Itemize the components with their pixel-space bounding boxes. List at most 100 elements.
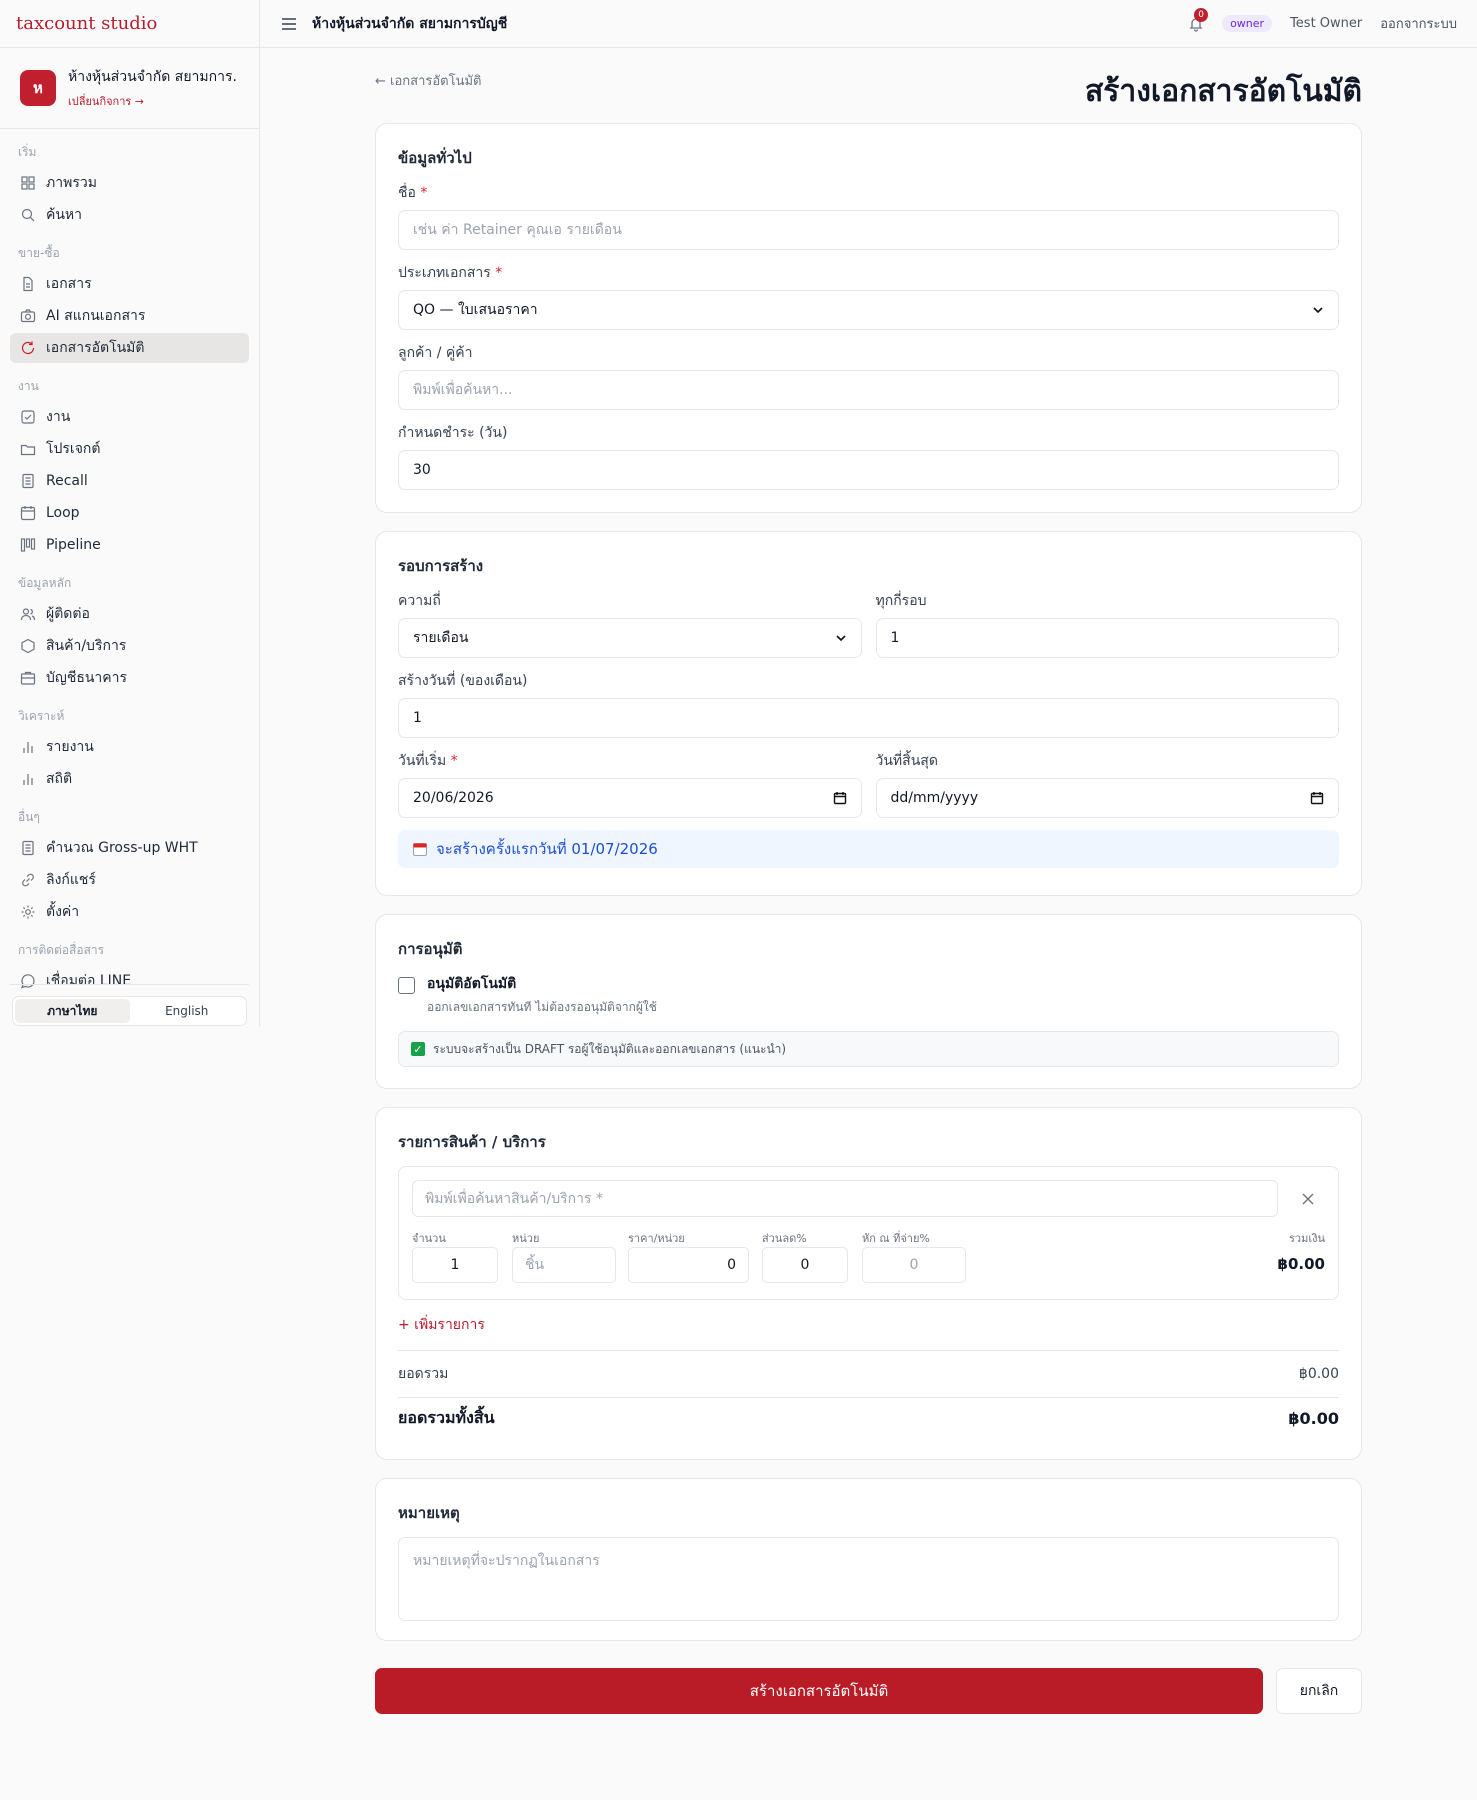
day-of-month-input[interactable]: 1	[398, 698, 1339, 738]
sidebar-item[interactable]: งาน	[10, 402, 249, 432]
grand-total-label: ยอดรวมทั้งสิ้น	[398, 1407, 495, 1427]
subtotal-value: ฿0.00	[1298, 1366, 1339, 1382]
start-date-input[interactable]: 20/06/2026	[398, 778, 862, 818]
price-input[interactable]: 0	[628, 1247, 749, 1283]
sidebar-item[interactable]: โปรเจกต์	[10, 434, 249, 464]
notes-textarea[interactable]: หมายเหตุที่จะปรากฏในเอกสาร	[398, 1537, 1339, 1621]
lang-thai-button[interactable]: ภาษาไทย	[15, 999, 130, 1023]
section-heading: รายการสินค้า / บริการ	[398, 1133, 546, 1151]
sidebar-item[interactable]: Loop	[10, 498, 249, 528]
business-switcher[interactable]: ห ห้างหุ้นส่วนจำกัด สยามการ... เปลี่ยนกิ…	[0, 48, 259, 129]
field-label: ความถี่	[398, 593, 441, 609]
calendar-icon[interactable]	[1310, 791, 1324, 805]
approval-note: ✓ ระบบจะสร้างเป็น DRAFT รอผู้ใช้อนุมัติแ…	[398, 1031, 1339, 1067]
due-days-input[interactable]: 30	[398, 450, 1339, 490]
divider	[10, 984, 249, 985]
discount-input[interactable]: 0	[762, 1247, 848, 1283]
subtotal-row: ยอดรวม ฿0.00	[398, 1351, 1339, 1397]
field-label: สร้างวันที่ (ของเดือน)	[398, 673, 528, 689]
create-button[interactable]: สร้างเอกสารอัตโนมัติ	[375, 1668, 1263, 1714]
sidebar-item-label: ภาพรวม	[46, 175, 97, 191]
close-icon[interactable]	[1300, 1191, 1316, 1207]
calendar-icon	[413, 843, 427, 856]
sidebar-item[interactable]: เอกสารอัตโนมัติ	[10, 333, 249, 363]
sidebar-item-label: เอกสารอัตโนมัติ	[46, 340, 145, 356]
section-heading: หมายเหตุ	[398, 1504, 460, 1522]
sidebar-item-label: รายงาน	[46, 739, 94, 755]
chevron-down-icon	[835, 635, 846, 642]
name-input[interactable]: เช่น ค่า Retainer คุณเอ รายเดือน	[398, 210, 1339, 250]
sidebar-item[interactable]: Recall	[10, 466, 249, 496]
schedule-card: รอบการสร้าง ความถี่ รายเดือน ทุกกี่รอบ 1…	[375, 531, 1362, 896]
box-icon	[21, 638, 35, 654]
sidebar-item-label: Recall	[46, 473, 88, 489]
sidebar-item-label: ผู้ติดต่อ	[46, 606, 90, 622]
grand-total-row: ยอดรวมทั้งสิ้น ฿0.00	[398, 1398, 1339, 1438]
interval-input[interactable]: 1	[875, 618, 1339, 658]
sidebar-item[interactable]: เอกสาร	[10, 269, 249, 299]
back-link[interactable]: ← เอกสารอัตโนมัติ	[375, 70, 482, 91]
bank-icon	[20, 671, 36, 685]
field-label: ลูกค้า / คู่ค้า	[398, 345, 473, 361]
brand-logo[interactable]: taxcount studio	[0, 0, 259, 48]
bar-chart-icon	[23, 742, 33, 753]
sidebar-item[interactable]: ลิงก์แชร์	[10, 865, 249, 895]
folder-icon	[20, 444, 36, 456]
checkbox-icon	[21, 410, 35, 424]
sidebar-item[interactable]: เชื่อมต่อ LINE	[10, 966, 249, 996]
section-heading: การอนุมัติ	[398, 940, 463, 958]
end-date-input[interactable]: dd/mm/yyyy	[875, 778, 1339, 818]
sidebar-item-label: สถิติ	[46, 771, 73, 787]
sidebar-item[interactable]: บัญชีธนาคาร	[10, 663, 249, 693]
field-label: ประเภทเอกสาร *	[398, 265, 503, 281]
logout-link[interactable]: ออกจากระบบ	[1380, 13, 1457, 34]
kanban-icon	[20, 538, 36, 552]
nav-group-label: เริ่ม	[18, 145, 37, 159]
sidebar-item[interactable]: ตั้งค่า	[10, 897, 249, 927]
sidebar: taxcount studio ห ห้างหุ้นส่วนจำกัด สยาม…	[0, 0, 260, 1027]
grand-total-value: ฿0.00	[1288, 1408, 1339, 1428]
sidebar-item[interactable]: Pipeline	[10, 530, 249, 560]
gear-icon	[21, 905, 35, 919]
sidebar-item[interactable]: สถิติ	[10, 764, 249, 794]
item-search-input[interactable]: พิมพ์เพื่อค้นหาสินค้า/บริการ *	[412, 1180, 1278, 1217]
sidebar-item-label: เชื่อมต่อ LINE	[46, 973, 132, 989]
document-type-select[interactable]: QO — ใบเสนอราคา	[398, 290, 1339, 330]
camera-icon	[20, 309, 36, 323]
select-value: QO — ใบเสนอราคา	[413, 302, 538, 318]
sidebar-item-label: เอกสาร	[46, 276, 92, 292]
notification-button[interactable]: 0	[1188, 7, 1209, 32]
cancel-button[interactable]: ยกเลิก	[1276, 1668, 1362, 1714]
wht-input[interactable]: 0	[862, 1247, 966, 1283]
quantity-input[interactable]: 1	[412, 1247, 498, 1283]
auto-approve-checkbox[interactable]	[398, 977, 415, 994]
top-bar: ห้างหุ้นส่วนจำกัด สยามการบัญชี 0 owner T…	[260, 0, 1477, 48]
customer-search-input[interactable]: พิมพ์เพื่อค้นหา...	[398, 370, 1339, 410]
add-item-button[interactable]: + เพิ่มรายการ	[398, 1314, 1339, 1336]
calculator-icon	[22, 840, 34, 856]
date-value: dd/mm/yyyy	[890, 790, 979, 806]
sidebar-item-label: โปรเจกต์	[46, 441, 101, 457]
menu-icon[interactable]	[280, 15, 298, 33]
sidebar-item-label: AI สแกนเอกสาร	[46, 308, 146, 324]
user-name[interactable]: Test Owner	[1290, 16, 1362, 31]
sidebar-item[interactable]: คำนวณ Gross-up WHT	[10, 833, 249, 863]
date-value: 20/06/2026	[413, 790, 494, 806]
sidebar-item[interactable]: ภาพรวม	[10, 168, 249, 198]
lang-english-button[interactable]: English	[130, 999, 245, 1023]
frequency-select[interactable]: รายเดือน	[398, 618, 862, 658]
sidebar-item[interactable]: ค้นหา	[10, 200, 249, 230]
sidebar-item[interactable]: สินค้า/บริการ	[10, 631, 249, 661]
checkbox-description: ออกเลขเอกสารทันที ไม่ต้องรออนุมัติจากผู้…	[427, 1000, 657, 1014]
sidebar-item[interactable]: ผู้ติดต่อ	[10, 599, 249, 629]
col-label-qty: จำนวน	[412, 1232, 446, 1245]
sidebar-item[interactable]: AI สแกนเอกสาร	[10, 301, 249, 331]
col-label-total: รวมเงิน	[1289, 1232, 1325, 1245]
chat-icon	[21, 974, 35, 989]
approval-card: การอนุมัติ อนุมัติอัตโนมัติ ออกเลขเอกสาร…	[375, 914, 1362, 1089]
switch-business-link[interactable]: เปลี่ยนกิจการ →	[68, 92, 236, 110]
unit-input[interactable]: ชิ้น	[512, 1247, 616, 1283]
sidebar-item[interactable]: รายงาน	[10, 732, 249, 762]
calendar-icon[interactable]	[833, 791, 847, 805]
sidebar-item-label: Loop	[46, 505, 80, 521]
